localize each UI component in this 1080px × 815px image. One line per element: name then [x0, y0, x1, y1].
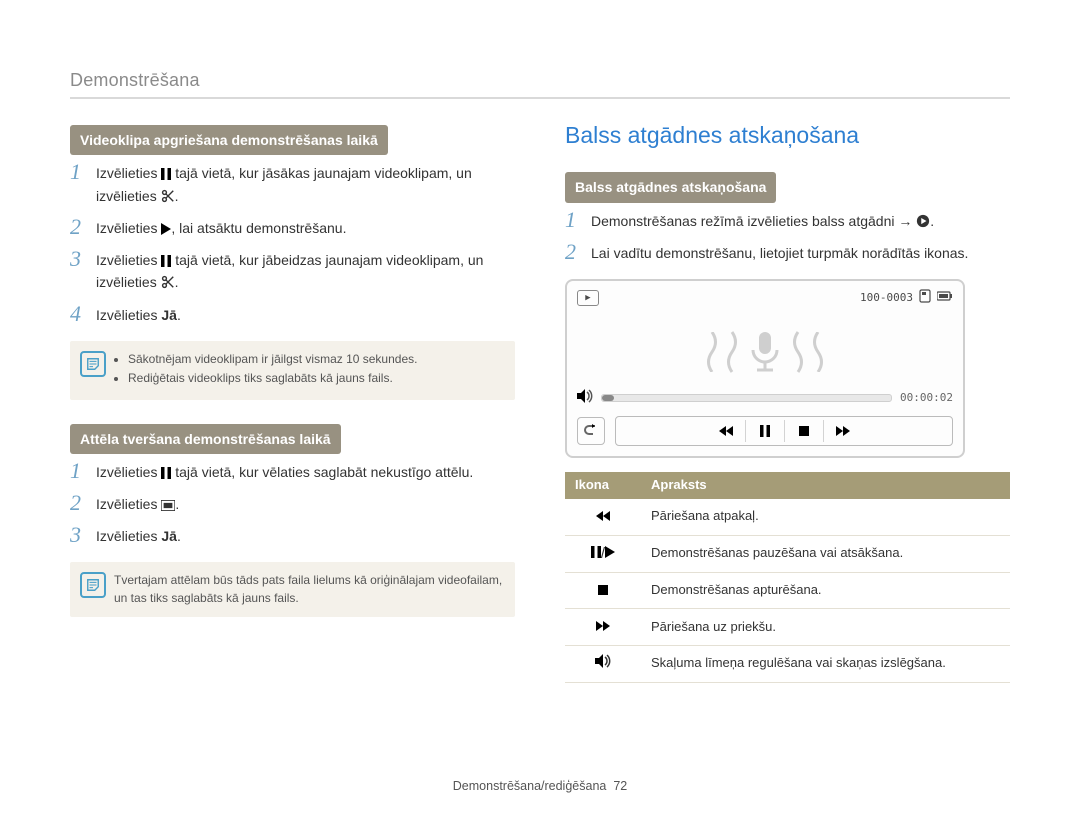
pause-icon [161, 165, 171, 185]
scissors-icon [161, 188, 175, 208]
note-icon [80, 572, 106, 598]
table-row: Demonstrēšanas apturēšana. [565, 572, 1010, 609]
right-column: Balss atgādnes atskaņošana Balss atgādne… [565, 119, 1010, 683]
step-text: Lai vadītu demonstrēšanu, lietojiet turp… [591, 243, 1010, 265]
step-text: Izvēlieties Jā. [96, 526, 515, 548]
note-box: Sākotnējam videoklipam ir jāilgst vismaz… [70, 341, 515, 400]
step-text: Izvēlieties tajā vietā, kur jāsākas jaun… [96, 163, 515, 208]
file-counter: 100-0003 [860, 290, 913, 306]
note-item: Sākotnējam videoklipam ir jāilgst vismaz… [128, 351, 503, 368]
icon-description: Skaļuma līmeņa regulēšana vai skaņas izs… [641, 646, 1010, 683]
section-voicememo-title: Balss atgādnes atskaņošana [565, 119, 1010, 152]
play-icon [161, 220, 171, 240]
elapsed-time: 00:00:02 [900, 390, 953, 406]
pause-icon [161, 464, 171, 484]
step-text: Izvēlieties , lai atsāktu demonstrēšanu. [96, 218, 515, 240]
battery-icon [937, 290, 953, 306]
icon-description: Pāriešana atpakaļ. [641, 499, 1010, 535]
note-icon [80, 351, 106, 377]
volume-icon [565, 646, 641, 683]
page-footer: Demonstrēšana/rediģēšana 72 [0, 779, 1080, 793]
table-row: /Demonstrēšanas pauzēšana vai atsākšana. [565, 535, 1010, 572]
left-column: Videoklipa apgriešana demonstrēšanas lai… [70, 119, 515, 683]
icon-description: Pāriešana uz priekšu. [641, 609, 1010, 646]
icon-description: Demonstrēšanas pauzēšana vai atsākšana. [641, 535, 1010, 572]
note-text: Tvertajam attēlam būs tāds pats faila li… [114, 573, 502, 604]
table-row: Pāriešana uz priekšu. [565, 609, 1010, 646]
memory-card-icon [919, 289, 931, 308]
fastforward-button[interactable] [823, 420, 862, 442]
note-item: Rediģētais videoklips tiks saglabāts kā … [128, 370, 503, 387]
pause-icon [161, 252, 171, 272]
microphone-waveform-icon [577, 316, 953, 388]
step-text: Demonstrēšanas režīmā izvēlieties balss … [591, 211, 1010, 233]
back-button[interactable] [577, 417, 605, 445]
step-text: Izvēlieties tajā vietā, kur vēlaties sag… [96, 462, 515, 484]
note-box: Tvertajam attēlam būs tāds pats faila li… [70, 562, 515, 617]
section-trim-title: Videoklipa apgriešana demonstrēšanas lai… [70, 125, 388, 155]
play-circle-icon [916, 213, 930, 233]
voice-memo-player: ▶ 100-0003 00:00: [565, 279, 965, 458]
table-header-icon: Ikona [565, 472, 641, 499]
step-text: Izvēlieties tajā vietā, kur jābeidzas ja… [96, 250, 515, 295]
playback-mode-icon: ▶ [577, 290, 599, 306]
page-title: Demonstrēšana [70, 70, 1010, 99]
icon-legend-table: Ikona Apraksts Pāriešana atpakaļ./Demons… [565, 472, 1010, 683]
table-header-desc: Apraksts [641, 472, 1010, 499]
fastforward-icon [565, 609, 641, 646]
table-row: Skaļuma līmeņa regulēšana vai skaņas izs… [565, 646, 1010, 683]
section-capture-title: Attēla tveršana demonstrēšanas laikā [70, 424, 341, 454]
volume-icon[interactable] [577, 388, 593, 408]
rewind-button[interactable] [707, 420, 745, 442]
stop-icon [565, 572, 641, 609]
section-voicememo-box-title: Balss atgādnes atskaņošana [565, 172, 776, 202]
pause-button[interactable] [745, 420, 784, 442]
stop-button[interactable] [784, 420, 823, 442]
scissors-icon [161, 274, 175, 294]
step-text: Izvēlieties . [96, 494, 515, 516]
icon-description: Demonstrēšanas apturēšana. [641, 572, 1010, 609]
rewind-icon [565, 499, 641, 535]
pause-play-icon: / [565, 535, 641, 572]
table-row: Pāriešana atpakaļ. [565, 499, 1010, 535]
capture-icon [161, 496, 175, 516]
progress-bar[interactable] [601, 394, 892, 402]
step-text: Izvēlieties Jā. [96, 305, 515, 327]
